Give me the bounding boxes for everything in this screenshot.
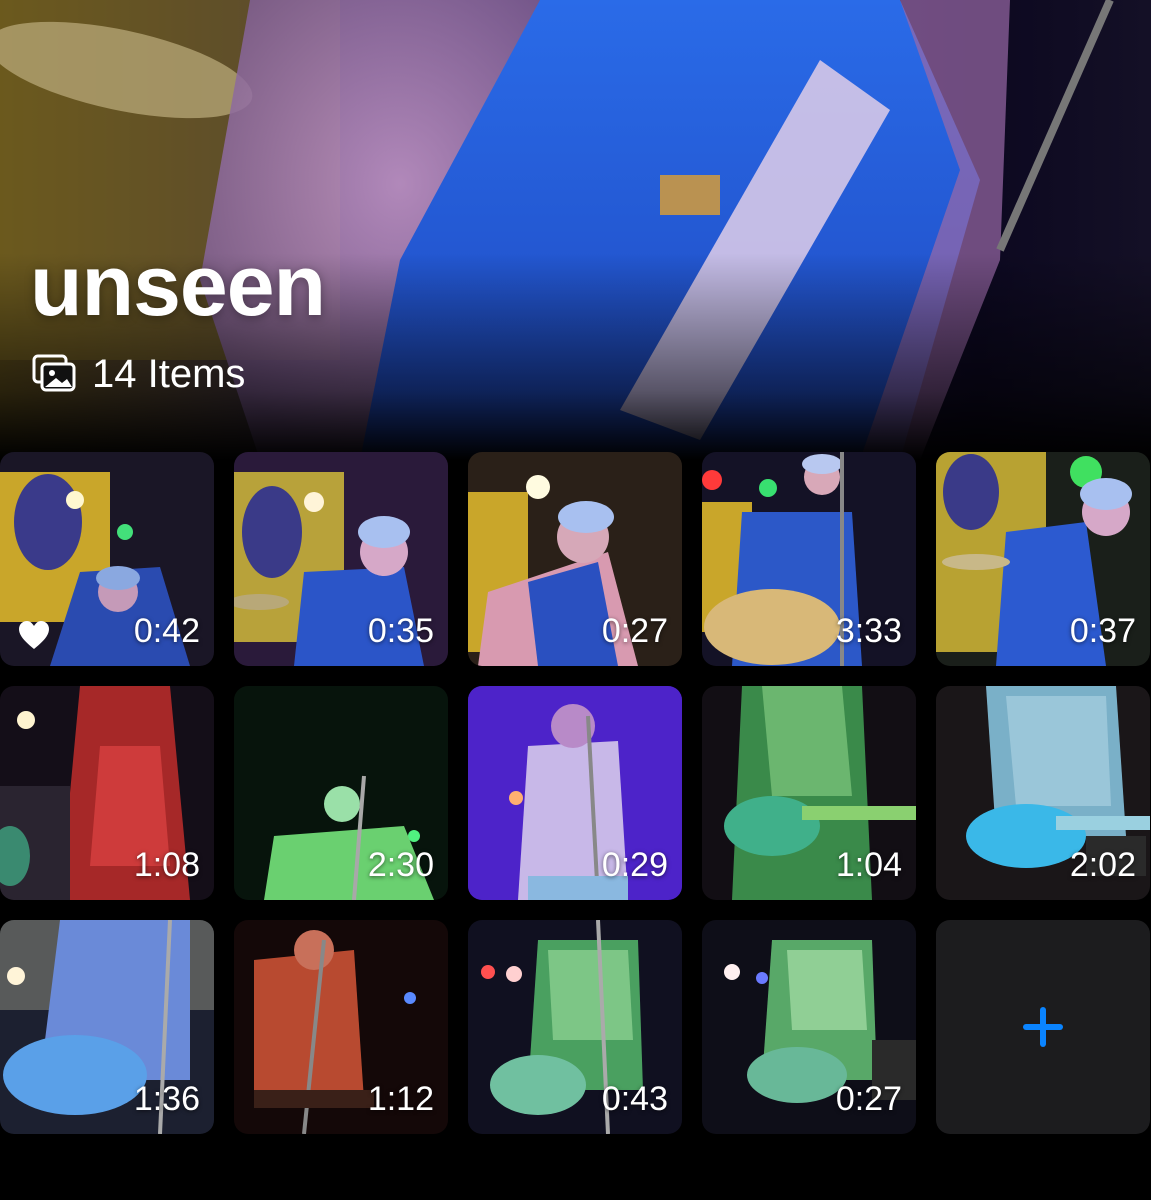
video-thumbnail[interactable]: 0:42 [0, 452, 214, 666]
video-thumbnail[interactable]: 3:33 [702, 452, 916, 666]
video-thumbnail[interactable]: 2:30 [234, 686, 448, 900]
add-to-album-button[interactable] [936, 920, 1150, 1134]
video-thumbnail[interactable]: 0:35 [234, 452, 448, 666]
video-duration: 0:27 [835, 1080, 902, 1118]
video-duration: 0:27 [601, 612, 668, 650]
video-thumbnail[interactable]: 0:27 [702, 920, 916, 1134]
video-duration: 0:35 [367, 612, 434, 650]
video-thumbnail[interactable]: 1:04 [702, 686, 916, 900]
video-thumbnail[interactable]: 2:02 [936, 686, 1150, 900]
video-duration: 2:02 [1069, 846, 1136, 884]
video-duration: 1:08 [133, 846, 200, 884]
video-thumbnail[interactable]: 1:36 [0, 920, 214, 1134]
plus-icon [1023, 1007, 1063, 1047]
video-thumbnail[interactable]: 1:12 [234, 920, 448, 1134]
album-meta: 14 Items [32, 350, 245, 398]
video-duration: 0:43 [601, 1080, 668, 1118]
video-duration: 0:37 [1069, 612, 1136, 650]
video-duration: 3:33 [835, 612, 902, 650]
item-count: 14 Items [92, 352, 246, 396]
video-duration: 1:04 [835, 846, 902, 884]
album-title: unseen [30, 238, 326, 334]
album-header: unseen 14 Items [0, 0, 1151, 460]
heart-icon [19, 621, 49, 649]
video-duration: 0:42 [133, 612, 200, 650]
video-thumbnail[interactable]: 0:43 [468, 920, 682, 1134]
video-thumbnail[interactable]: 0:29 [468, 686, 682, 900]
video-thumbnail[interactable]: 1:08 [0, 686, 214, 900]
video-duration: 1:12 [367, 1080, 434, 1118]
video-thumbnail[interactable]: 0:27 [468, 452, 682, 666]
video-duration: 1:36 [133, 1080, 200, 1118]
photo-stack-icon [32, 354, 76, 392]
video-thumbnail[interactable]: 0:37 [936, 452, 1150, 666]
video-duration: 2:30 [367, 846, 434, 884]
video-duration: 0:29 [601, 846, 668, 884]
